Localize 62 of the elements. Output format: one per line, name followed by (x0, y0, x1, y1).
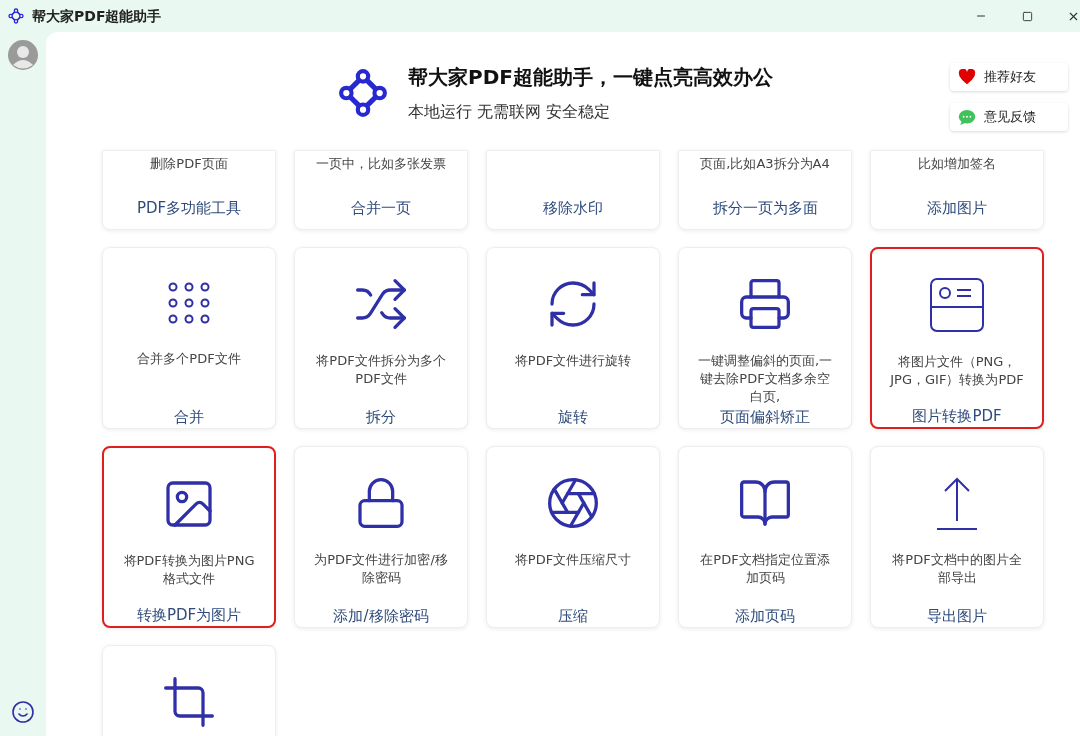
id-card-icon (929, 277, 985, 333)
aperture-icon (545, 475, 601, 531)
tool-name: 添加/移除密码 (333, 605, 429, 627)
tool-name: 合并一页 (351, 198, 411, 219)
tool-card[interactable]: 将PDF转换为图片PNG格式文件 转换PDF为图片 (102, 446, 276, 628)
tool-name: 导出图片 (927, 605, 987, 627)
tool-card[interactable]: 删除PDF页面 PDF多功能工具 (102, 150, 276, 230)
tool-card[interactable]: 将图片文件（PNG，JPG，GIF）转换为PDF 图片转换PDF (870, 247, 1044, 429)
header-subtitle: 本地运行 无需联网 安全稳定 (408, 101, 612, 123)
tool-description: 页面,比如A3拆分为A4 (700, 155, 830, 173)
tool-description: 删除PDF页面 (150, 155, 228, 173)
tool-card[interactable]: 页面,比如A3拆分为A4 拆分一页为多面 (678, 150, 852, 230)
smiley-icon[interactable] (11, 700, 35, 724)
heart-icon (958, 69, 976, 85)
tool-description: 合并多个PDF文件 (137, 349, 241, 368)
tool-name: 图片转换PDF (912, 405, 1002, 427)
tool-description: 一键调整偏斜的页面,一键去除PDF文档多余空白页, (696, 352, 834, 406)
tool-card[interactable]: 在PDF文档指定位置添加页码 添加页码 (678, 446, 852, 628)
tool-name: 转换PDF为图片 (136, 604, 242, 626)
tool-description: 一页中，比如多张发票 (316, 155, 446, 173)
tool-description: 在PDF文档指定位置添加页码 (699, 551, 831, 587)
tool-card[interactable]: 移除水印 (486, 150, 660, 230)
tool-description: 将PDF文件压缩尺寸 (514, 551, 632, 569)
tool-card[interactable]: 将PDF文件拆分为多个PDF文件 拆分 (294, 247, 468, 429)
app-logo-icon (338, 68, 388, 118)
tool-name: 旋转 (558, 406, 588, 428)
tool-card[interactable]: 一页中，比如多张发票 合并一页 (294, 150, 468, 230)
tool-name: 压缩 (558, 605, 588, 627)
tool-name: 拆分一页为多面 (712, 198, 818, 219)
tool-card[interactable]: 比如增加签名 添加图片 (870, 150, 1044, 230)
tool-description: 将图片文件（PNG，JPG，GIF）转换为PDF (888, 353, 1025, 389)
tool-name: 页面偏斜矫正 (720, 407, 810, 428)
tool-card[interactable]: 将PDF文档中的图片全部导出 导出图片 (870, 446, 1044, 628)
tool-card[interactable]: 为PDF文件进行加密/移除密码 添加/移除密码 (294, 446, 468, 628)
tool-description: 为PDF文件进行加密/移除密码 (313, 551, 449, 587)
tool-description: 将PDF文件进行旋转 (514, 352, 632, 370)
header-button[interactable]: 意见反馈 (950, 103, 1068, 131)
tool-name: PDF多功能工具 (136, 198, 242, 219)
avatar-icon[interactable] (8, 40, 38, 70)
tool-card[interactable]: 一键调整偏斜的页面,一键去除PDF文档多余空白页, 页面偏斜矫正 (678, 247, 852, 429)
header-title: 帮大家PDF超能助手，一键点亮高效办公 (408, 64, 773, 91)
tool-description: 将PDF文档中的图片全部导出 (891, 551, 1023, 587)
shuffle-icon (353, 276, 409, 332)
tool-name: 拆分 (366, 406, 396, 428)
app-logo-icon (8, 8, 24, 24)
header-button[interactable]: 推荐好友 (950, 63, 1068, 91)
tool-name: 合并 (174, 406, 204, 428)
tool-description: 将PDF文件拆分为多个PDF文件 (315, 352, 447, 388)
tool-description: 比如增加签名 (918, 155, 996, 173)
tool-description: 将PDF转换为图片PNG格式文件 (122, 552, 256, 588)
tool-name: 移除水印 (543, 198, 603, 219)
crop-icon (161, 674, 217, 730)
chat-bubble-icon (958, 108, 976, 126)
window-title: 帮大家PDF超能助手 (32, 6, 162, 26)
tool-name: 添加页码 (735, 605, 795, 627)
tool-card[interactable]: 合并多个PDF文件 合并 (102, 247, 276, 429)
maximize-icon (1021, 10, 1033, 22)
printer-icon (737, 276, 793, 332)
tool-card[interactable]: 将PDF文件进行旋转 旋转 (486, 247, 660, 429)
tool-card[interactable]: 将PDF文件压缩尺寸 压缩 (486, 446, 660, 628)
tool-name: 添加图片 (927, 198, 987, 219)
dot-grid-icon (167, 280, 211, 325)
